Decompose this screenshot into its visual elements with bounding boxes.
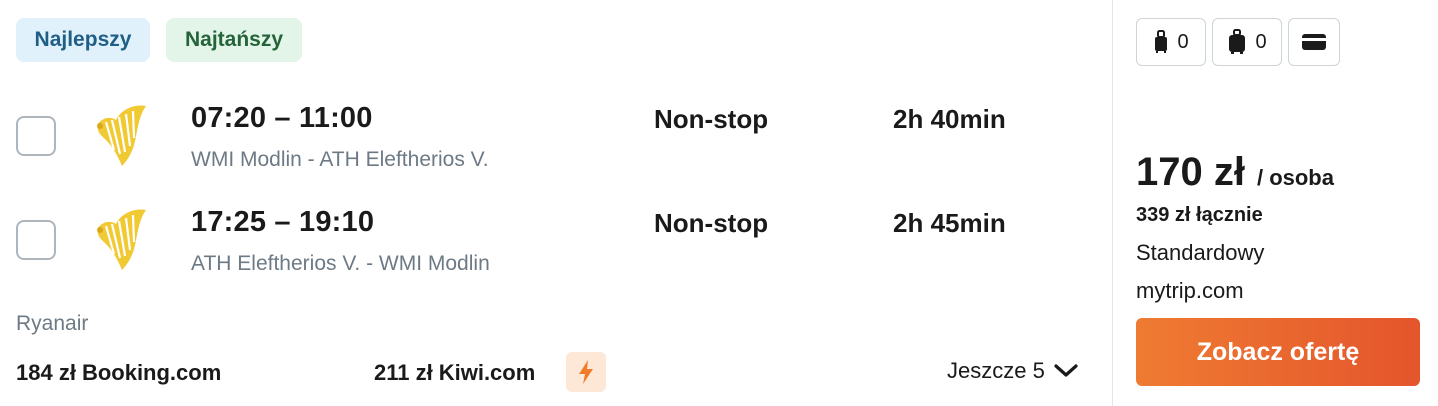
itinerary-section: Najlepszy Najtańszy 07:20 – 11:00 WMI Mo… bbox=[0, 0, 1112, 406]
best-badge: Najlepszy bbox=[16, 18, 150, 62]
price-panel: 0 0 170 zł / osoba 339 zł łącznie Standa… bbox=[1113, 0, 1438, 406]
price-per-person: 170 zł / osoba bbox=[1136, 150, 1334, 195]
cheapest-badge: Najtańszy bbox=[166, 18, 302, 62]
payment-card-button[interactable] bbox=[1288, 18, 1340, 66]
price-unit: / osoba bbox=[1256, 165, 1334, 190]
outbound-leg: 07:20 – 11:00 WMI Modlin - ATH Eleftheri… bbox=[0, 94, 1112, 184]
leg-stops: Non-stop bbox=[654, 104, 769, 134]
return-leg: 17:25 – 19:10 ATH Eleftherios V. - WMI M… bbox=[0, 198, 1112, 288]
alternative-vendor: Booking.com bbox=[81, 360, 222, 385]
view-offer-button[interactable]: Zobacz ofertę bbox=[1136, 318, 1420, 386]
chevron-down-icon bbox=[1054, 364, 1078, 377]
alternative-offer-kiwi[interactable]: 211 zł Kiwi.com bbox=[374, 360, 535, 386]
lightning-icon bbox=[566, 352, 606, 392]
more-offers-label: Jeszcze 5 bbox=[947, 358, 1045, 383]
alternative-vendor: Kiwi.com bbox=[438, 360, 536, 385]
leg-duration: 2h 45min bbox=[893, 208, 1006, 238]
ryanair-harp-logo bbox=[97, 209, 146, 270]
checked-bag-icon bbox=[1229, 29, 1246, 54]
fare-type: Standardowy bbox=[1136, 240, 1265, 265]
alternative-price: 184 zł bbox=[16, 360, 76, 385]
cabin-bag-button[interactable]: 0 bbox=[1136, 18, 1206, 66]
checked-bag-button[interactable]: 0 bbox=[1212, 18, 1282, 66]
leg-route: ATH Eleftherios V. - WMI Modlin bbox=[191, 252, 490, 275]
checked-bag-count: 0 bbox=[1255, 30, 1267, 53]
leg-stops: Non-stop bbox=[654, 208, 769, 238]
airline-name: Ryanair bbox=[16, 312, 89, 335]
leg-duration: 2h 40min bbox=[893, 104, 1006, 134]
alternative-price: 211 zł bbox=[374, 360, 433, 385]
total-price: 339 zł łącznie bbox=[1136, 204, 1263, 226]
leg-times: 07:20 – 11:00 bbox=[191, 102, 373, 134]
price-amount: 170 zł bbox=[1136, 150, 1245, 194]
cabin-bag-count: 0 bbox=[1177, 30, 1189, 53]
ryanair-harp-logo bbox=[97, 105, 146, 166]
flight-result-card[interactable]: Najlepszy Najtańszy 07:20 – 11:00 WMI Mo… bbox=[0, 0, 1438, 406]
offer-vendor: mytrip.com bbox=[1136, 278, 1244, 303]
credit-card-icon bbox=[1302, 34, 1326, 50]
leg-route: WMI Modlin - ATH Eleftherios V. bbox=[191, 148, 489, 171]
leg-times: 17:25 – 19:10 bbox=[191, 206, 375, 238]
alternative-offer-booking[interactable]: 184 zł Booking.com bbox=[16, 360, 221, 386]
outbound-leg-checkbox[interactable] bbox=[16, 116, 56, 156]
more-offers-button[interactable]: Jeszcze 5 bbox=[947, 358, 1079, 384]
cabin-bag-icon bbox=[1155, 30, 1168, 53]
return-leg-checkbox[interactable] bbox=[16, 220, 56, 260]
